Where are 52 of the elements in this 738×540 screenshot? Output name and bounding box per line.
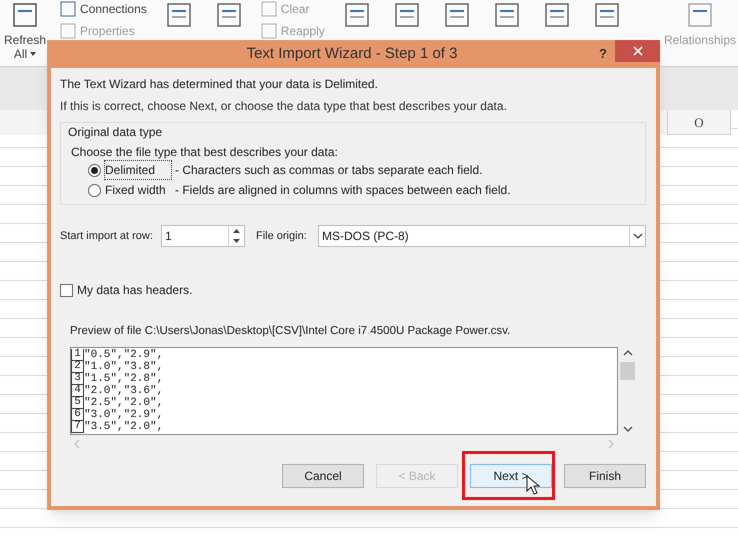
line-number: 4 [71, 385, 84, 397]
preview-label: Preview of file C:\Users\Jonas\Desktop\[CSV]\Intel Core i7 4500U Package Power.csv. [69, 324, 512, 338]
radio-button[interactable] [88, 184, 101, 196]
group-title: Original data type [67, 124, 164, 140]
tool-icon [60, 1, 76, 17]
spinner-field[interactable]: 1 [161, 225, 245, 247]
intro-text: The Text Wizard has determined that your data is Delimited. [60, 76, 379, 92]
radio-button[interactable] [88, 164, 101, 176]
checkbox-label[interactable]: My data has headers. [77, 281, 192, 299]
line-number: 7 [71, 421, 84, 433]
scroll-up-icon [622, 349, 632, 357]
line-number: 2 [71, 361, 84, 373]
preview-line: "2.0","3.6", [84, 385, 164, 397]
dropdown-field[interactable]: MS-DOS (PC-8) [318, 225, 646, 247]
line-number: 1 [71, 349, 84, 361]
option-description: - Characters such as commas or tabs separate each field. [175, 162, 482, 179]
column-header[interactable]: O [668, 110, 731, 135]
ribbon-button[interactable]: Refresh All [4, 0, 46, 61]
preview-line: "3.0","2.9", [84, 409, 164, 421]
scroll-right-icon [607, 439, 615, 449]
caret-icon [632, 233, 642, 239]
option-description: - Fields are aligned in columns with spaces between each field. [175, 182, 511, 199]
option-label[interactable]: Fixed width [105, 181, 171, 199]
window-title: Text Import Wizard - Step 1 of 3 [246, 44, 458, 64]
ribbon-item[interactable]: Connections [60, 0, 147, 18]
tool-icon [260, 1, 277, 17]
option-label[interactable]: Delimited [105, 161, 171, 179]
group-prompt: Choose the file type that best describes your data: [70, 144, 339, 160]
caret-icon [30, 52, 36, 56]
field-label: Start import at row: [60, 228, 154, 244]
scroll-left-icon [73, 439, 81, 449]
dialog-button[interactable]: Cancel [282, 464, 364, 488]
tool-icon [60, 23, 76, 39]
preview-line: "2.5","2.0", [84, 397, 164, 409]
line-number: 6 [71, 409, 84, 421]
help-button[interactable]: ? [599, 44, 607, 64]
line-number: 3 [71, 373, 84, 385]
preview-line: "1.5","2.8", [84, 373, 164, 385]
hint-text: If this is correct, choose Next, or choose the data type that best describes your data. [60, 98, 508, 114]
close-button[interactable] [615, 40, 660, 62]
scroll-thumb[interactable] [620, 362, 635, 380]
field-label: File origin: [256, 228, 308, 244]
close-icon [632, 46, 642, 56]
tool-icon [260, 23, 277, 39]
dialog-button[interactable]: Finish [564, 464, 646, 488]
preview-line: "0.5","2.9", [84, 349, 164, 361]
preview-line: "1.0","3.8", [84, 361, 164, 373]
preview-line: "3.5","2.0", [84, 421, 164, 433]
cursor-icon [526, 475, 540, 495]
scroll-down-icon [622, 425, 632, 433]
line-number: 5 [71, 397, 84, 409]
checkbox[interactable] [60, 284, 73, 296]
